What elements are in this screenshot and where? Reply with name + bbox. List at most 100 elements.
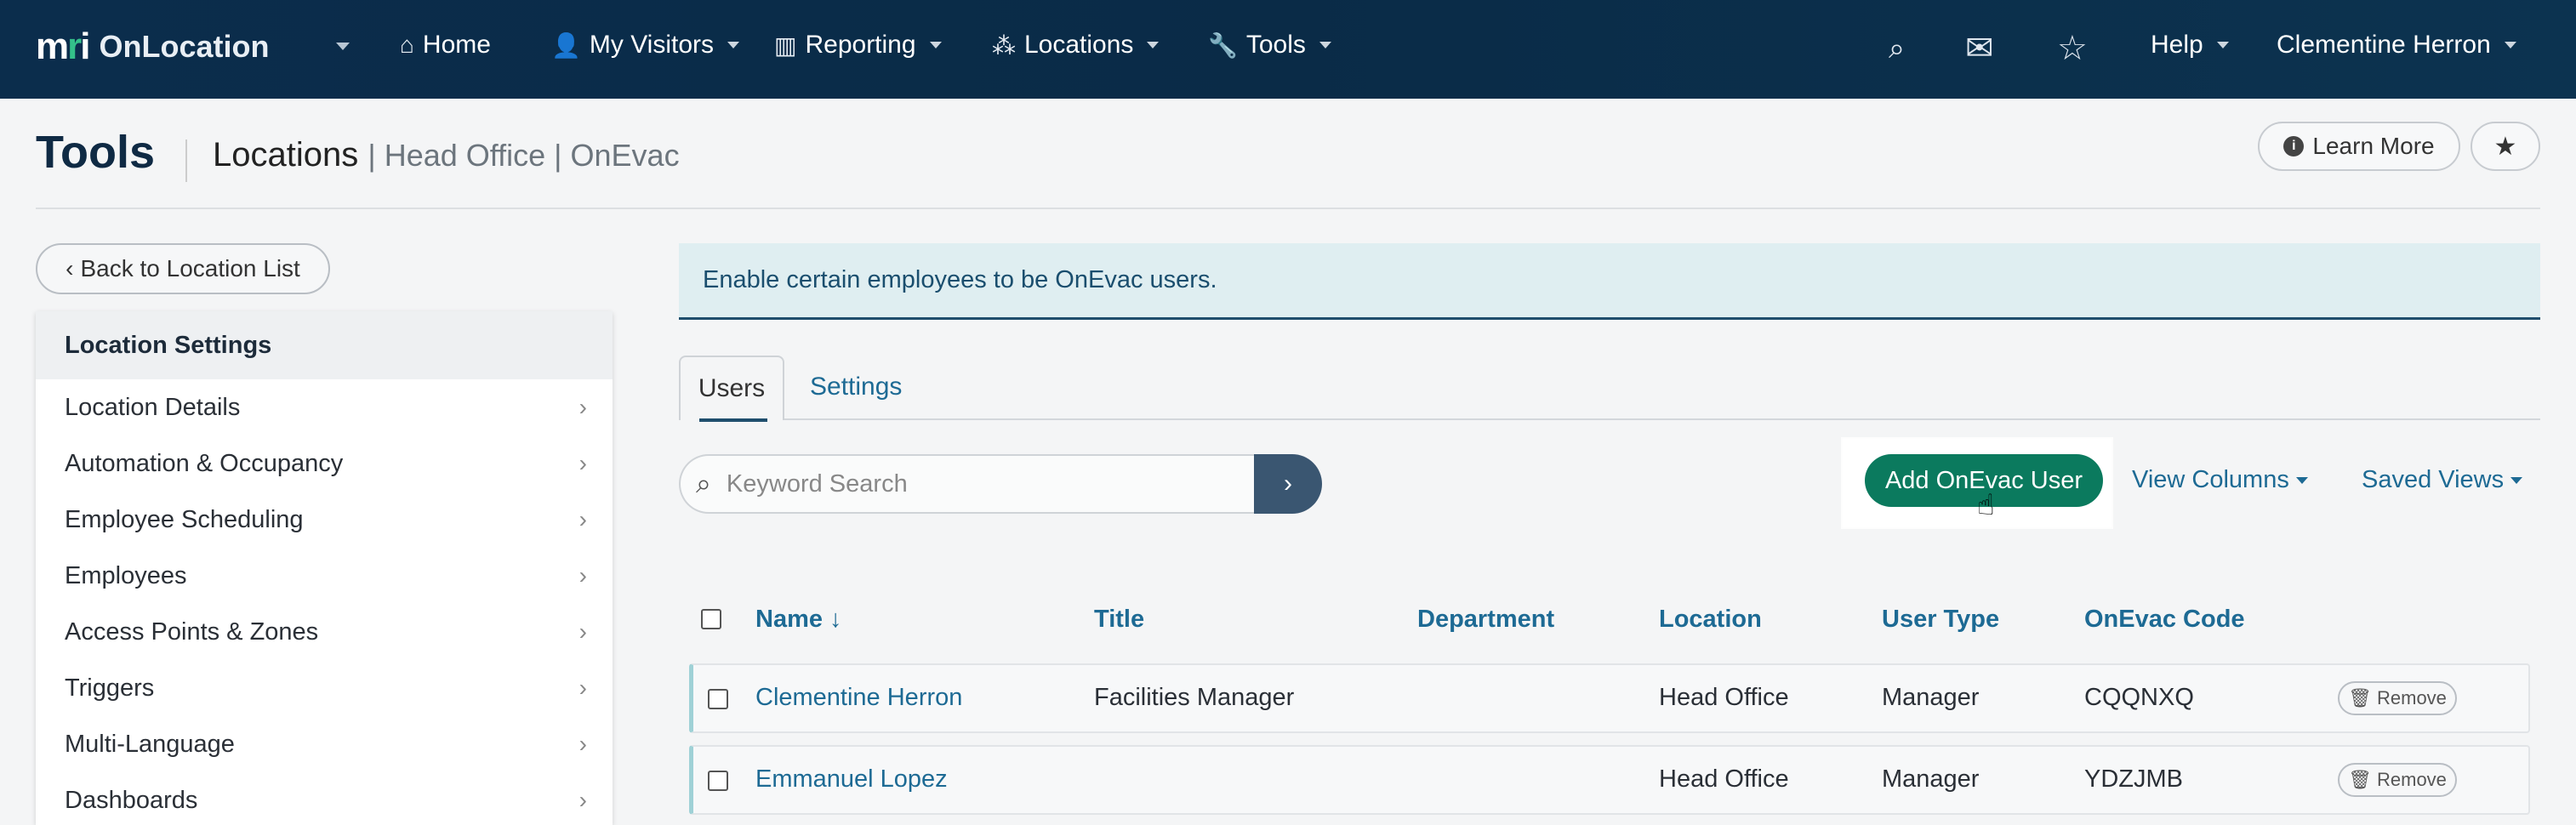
tab-settings[interactable]: Settings	[810, 373, 902, 401]
sidebar-item-triggers[interactable]: Triggers ›	[36, 660, 613, 716]
user-name-link[interactable]: Emmanuel Lopez	[755, 765, 948, 794]
table-row	[689, 745, 2530, 815]
nav-locations[interactable]: ⁂ Locations	[992, 31, 1160, 60]
onevac-code: YDZJMB	[2084, 765, 2183, 793]
chevron-down-icon	[1147, 42, 1160, 48]
nav-home-label: Home	[422, 31, 491, 59]
user-type: Manager	[1882, 765, 1980, 793]
info-icon: i	[2283, 136, 2305, 156]
chevron-right-icon: ›	[578, 394, 587, 420]
sidebar-item-label: Multi-Language	[65, 730, 235, 758]
user-name-link[interactable]: Clementine Herron	[755, 684, 962, 712]
column-header-name[interactable]: Name ↓	[755, 606, 842, 634]
favorite-button[interactable]: ★	[2471, 122, 2540, 171]
chevron-down-icon	[727, 42, 740, 48]
learn-more-button[interactable]: i Learn More	[2258, 122, 2460, 171]
learn-more-label: Learn More	[2312, 133, 2435, 159]
trash-icon: 🗑	[2348, 769, 2372, 790]
nav-tools-label: Tools	[1245, 31, 1306, 59]
nav-reporting-label: Reporting	[805, 31, 916, 59]
row-checkbox[interactable]	[708, 771, 728, 791]
remove-button[interactable]: 🗑 Remove	[2338, 763, 2457, 797]
location-settings-panel: Location Settings Location Details › Auto…	[36, 311, 613, 825]
mail-icon[interactable]: ✉	[1965, 29, 1994, 68]
nav-my-visitors[interactable]: 👤 My Visitors	[551, 31, 740, 60]
chevron-right-icon: ›	[578, 450, 587, 476]
sidebar-heading: Location Settings	[36, 311, 613, 379]
app-switcher-caret[interactable]	[336, 43, 350, 50]
user-location: Head Office	[1659, 765, 1789, 793]
remove-label: Remove	[2377, 687, 2447, 708]
tabs-divider	[679, 418, 2540, 420]
sidebar-item-label: Location Details	[65, 393, 241, 421]
nav-locations-label: Locations	[1024, 31, 1134, 59]
chevron-right-icon: ›	[578, 731, 587, 757]
title-divider	[185, 139, 187, 182]
chevron-right-icon: ›	[578, 506, 587, 532]
star-icon[interactable]: ☆	[2057, 29, 2088, 68]
sidebar-item-label: Triggers	[65, 674, 155, 702]
sidebar-item-employee-scheduling[interactable]: Employee Scheduling ›	[36, 492, 613, 548]
sidebar-item-location-details[interactable]: Location Details ›	[36, 379, 613, 435]
user-location: Head Office	[1659, 684, 1789, 711]
sidebar-item-label: Employee Scheduling	[65, 505, 304, 533]
view-columns-label: View Columns	[2132, 466, 2289, 493]
info-alert: Enable certain employees to be OnEvac us…	[679, 243, 2540, 320]
back-label: Back to Location List	[80, 255, 300, 282]
sidebar-item-multi-language[interactable]: Multi-Language ›	[36, 716, 613, 772]
chevron-right-icon: ›	[578, 674, 587, 701]
star-icon: ★	[2493, 132, 2517, 161]
chevron-down-icon	[2510, 476, 2523, 484]
tab-users[interactable]: Users	[679, 356, 784, 422]
column-header-user-type[interactable]: User Type	[1882, 606, 1999, 634]
user-type: Manager	[1882, 684, 1980, 711]
app-name: OnLocation	[99, 29, 270, 64]
mri-logo: mri	[36, 26, 91, 67]
trash-icon: 🗑	[2348, 687, 2372, 708]
search-icon[interactable]: ⌕	[1889, 32, 1905, 65]
top-navbar: mri OnLocation ⌂ Home 👤 My Visitors ▥ Re…	[0, 0, 2576, 99]
sidebar-item-access-points-zones[interactable]: Access Points & Zones ›	[36, 604, 613, 660]
nav-help[interactable]: Help	[2151, 31, 2229, 60]
back-to-location-list-button[interactable]: ‹ Back to Location List	[36, 243, 330, 294]
nav-my-visitors-label: My Visitors	[589, 31, 715, 59]
sidebar-item-employees[interactable]: Employees ›	[36, 548, 613, 604]
nav-tools[interactable]: 🔧 Tools	[1208, 31, 1331, 60]
saved-views-label: Saved Views	[2362, 466, 2505, 493]
search-icon: ⌕	[696, 468, 711, 498]
app-logo[interactable]: mri OnLocation	[36, 26, 269, 68]
sidebar-item-dashboards[interactable]: Dashboards ›	[36, 772, 613, 825]
column-header-department[interactable]: Department	[1417, 606, 1554, 634]
user-icon: 👤	[551, 31, 581, 59]
row-checkbox[interactable]	[708, 689, 728, 709]
wrench-icon: 🔧	[1208, 31, 1238, 59]
home-icon: ⌂	[400, 31, 414, 58]
network-icon: ⁂	[992, 31, 1016, 59]
chart-icon: ▥	[774, 31, 797, 59]
nav-help-label: Help	[2151, 31, 2203, 59]
chevron-down-icon	[929, 42, 942, 48]
user-menu[interactable]: Clementine Herron	[2277, 31, 2516, 60]
sidebar-item-automation-occupancy[interactable]: Automation & Occupancy ›	[36, 435, 613, 492]
sidebar-item-label: Automation & Occupancy	[65, 449, 344, 477]
sidebar-item-label: Access Points & Zones	[65, 617, 319, 646]
chevron-down-icon	[1319, 42, 1331, 48]
remove-button[interactable]: 🗑 Remove	[2338, 681, 2457, 715]
nav-reporting[interactable]: ▥ Reporting	[774, 31, 942, 60]
column-header-onevac-code[interactable]: OnEvac Code	[2084, 606, 2245, 634]
sidebar-item-label: Dashboards	[65, 786, 198, 814]
column-header-location[interactable]: Location	[1659, 606, 1762, 634]
table-row	[689, 663, 2530, 733]
select-all-checkbox[interactable]	[701, 609, 721, 629]
breadcrumb-main: Locations	[213, 136, 359, 174]
user-name: Clementine Herron	[2277, 31, 2491, 59]
nav-home[interactable]: ⌂ Home	[400, 31, 491, 60]
column-header-title[interactable]: Title	[1094, 606, 1144, 634]
keyword-search-input[interactable]	[726, 469, 1203, 498]
chevron-down-icon	[2216, 42, 2229, 48]
sidebar-item-label: Employees	[65, 561, 187, 589]
view-columns-dropdown[interactable]: View Columns	[2132, 466, 2308, 494]
saved-views-dropdown[interactable]: Saved Views	[2362, 466, 2523, 494]
search-submit-button[interactable]: ›	[1254, 454, 1322, 514]
page-title: Tools	[36, 127, 155, 178]
